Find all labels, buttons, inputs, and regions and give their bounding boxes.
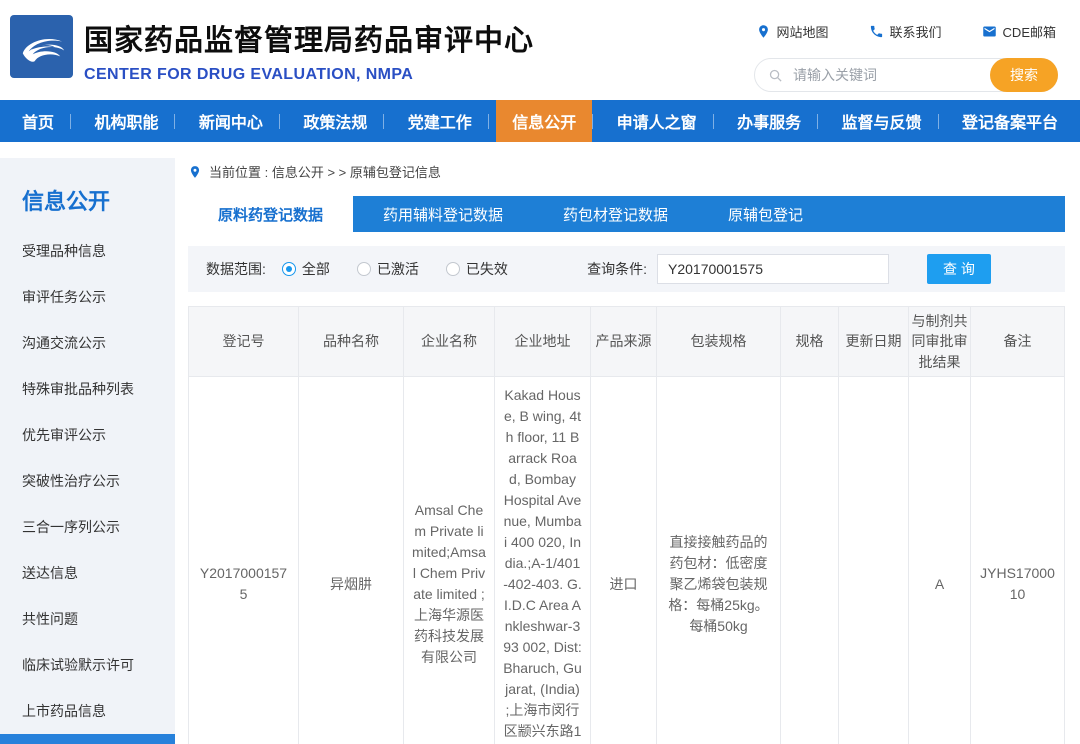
phone-icon bbox=[869, 24, 884, 39]
cell-origin: 进口 bbox=[591, 376, 657, 744]
site-search: 搜索 bbox=[754, 58, 1058, 92]
sidebar-item-raw-aux-pack-registration[interactable]: 原辅包登记信息 bbox=[0, 734, 175, 744]
sidebar-item-priority-review[interactable]: 优先审评公示 bbox=[0, 412, 175, 458]
col-company-name: 企业名称 bbox=[404, 307, 495, 377]
nav-item-home[interactable]: 首页 bbox=[6, 100, 70, 142]
scope-label: 数据范围: bbox=[206, 259, 266, 279]
nav-item-party[interactable]: 党建工作 bbox=[392, 100, 488, 142]
site-title-block: 国家药品监督管理局药品审评中心 CENTER FOR DRUG EVALUATI… bbox=[84, 17, 534, 84]
radio-activated-label: 已激活 bbox=[377, 259, 419, 279]
radio-all-label: 全部 bbox=[302, 259, 330, 279]
quick-links: 网站地图 联系我们 CDE邮箱 bbox=[756, 22, 1056, 41]
table-header-row: 登记号 品种名称 企业名称 企业地址 产品来源 包装规格 规格 更新日期 与制剂… bbox=[189, 307, 1065, 377]
cell-joint-review-result: A bbox=[909, 376, 971, 744]
site-title: 国家药品监督管理局药品审评中心 bbox=[84, 17, 534, 59]
sidebar-item-marketed-drugs[interactable]: 上市药品信息 bbox=[0, 688, 175, 734]
col-remark: 备注 bbox=[971, 307, 1065, 377]
breadcrumb: 当前位置 : 信息公开 > > 原辅包登记信息 bbox=[188, 162, 1065, 181]
cell-spec bbox=[781, 376, 839, 744]
tab-packaging-registration[interactable]: 药包材登记数据 bbox=[533, 196, 698, 232]
data-tabs: 原料药登记数据 药用辅料登记数据 药包材登记数据 原辅包登记 bbox=[188, 196, 1065, 232]
search-icon bbox=[768, 68, 783, 83]
col-spec: 规格 bbox=[781, 307, 839, 377]
sidebar: 信息公开 受理品种信息 审评任务公示 沟通交流公示 特殊审批品种列表 优先审评公… bbox=[0, 158, 175, 744]
contact-label: 联系我们 bbox=[890, 22, 942, 41]
sidebar-item-special-approval[interactable]: 特殊审批品种列表 bbox=[0, 366, 175, 412]
page-body: 信息公开 受理品种信息 审评任务公示 沟通交流公示 特殊审批品种列表 优先审评公… bbox=[0, 142, 1080, 744]
nav-item-info-disclosure[interactable]: 信息公开 bbox=[496, 100, 592, 142]
radio-all[interactable]: 全部 bbox=[282, 259, 330, 279]
radio-expired-label: 已失效 bbox=[466, 259, 508, 279]
col-update-date: 更新日期 bbox=[839, 307, 909, 377]
nav-item-functions[interactable]: 机构职能 bbox=[78, 100, 174, 142]
nav-item-policy[interactable]: 政策法规 bbox=[287, 100, 383, 142]
location-pin-icon bbox=[188, 165, 202, 179]
query-label: 查询条件: bbox=[587, 259, 647, 279]
sidebar-item-breakthrough-therapy[interactable]: 突破性治疗公示 bbox=[0, 458, 175, 504]
filter-bar: 数据范围: 全部 已激活 已失效 查询条件: 查 询 bbox=[188, 246, 1065, 292]
main-nav: 首页 机构职能 新闻中心 政策法规 党建工作 信息公开 申请人之窗 办事服务 监… bbox=[0, 100, 1080, 142]
nav-item-services[interactable]: 办事服务 bbox=[721, 100, 817, 142]
table-row: Y20170001575 异烟肼 Amsal Chem Private limi… bbox=[189, 376, 1065, 744]
col-company-address: 企业地址 bbox=[495, 307, 591, 377]
cde-logo bbox=[10, 15, 73, 78]
col-registration-no: 登记号 bbox=[189, 307, 299, 377]
sitemap-link[interactable]: 网站地图 bbox=[756, 22, 829, 41]
sidebar-item-three-in-one[interactable]: 三合一序列公示 bbox=[0, 504, 175, 550]
nav-item-applicant-window[interactable]: 申请人之窗 bbox=[601, 100, 713, 142]
cell-update-date bbox=[839, 376, 909, 744]
sidebar-item-review-tasks[interactable]: 审评任务公示 bbox=[0, 274, 175, 320]
sidebar-item-delivery-info[interactable]: 送达信息 bbox=[0, 550, 175, 596]
cell-packaging: 直接接触药品的药包材：低密度聚乙烯袋包装规格：每桶25kg。每桶50kg bbox=[657, 376, 781, 744]
radio-dot-icon bbox=[282, 262, 296, 276]
query-input[interactable] bbox=[657, 254, 889, 284]
radio-activated[interactable]: 已激活 bbox=[357, 259, 419, 279]
nav-item-news[interactable]: 新闻中心 bbox=[183, 100, 279, 142]
scope-radio-group: 全部 已激活 已失效 bbox=[282, 259, 508, 279]
site-header: 国家药品监督管理局药品审评中心 CENTER FOR DRUG EVALUATI… bbox=[0, 0, 1080, 100]
col-origin: 产品来源 bbox=[591, 307, 657, 377]
nav-item-registration-platform[interactable]: 登记备案平台 bbox=[946, 100, 1074, 142]
sidebar-title: 信息公开 bbox=[0, 158, 175, 228]
sidebar-item-clinical-trial-license[interactable]: 临床试验默示许可 bbox=[0, 642, 175, 688]
col-packaging: 包装规格 bbox=[657, 307, 781, 377]
col-joint-review-result: 与制剂共同审批审批结果 bbox=[909, 307, 971, 377]
sidebar-item-communication[interactable]: 沟通交流公示 bbox=[0, 320, 175, 366]
contact-link[interactable]: 联系我们 bbox=[869, 22, 942, 41]
cde-mail-label: CDE邮箱 bbox=[1003, 22, 1056, 41]
cell-remark: JYHS1700010 bbox=[971, 376, 1065, 744]
cell-company-address: Kakad House, B wing, 4th floor, 11 Barra… bbox=[495, 376, 591, 744]
breadcrumb-text: 当前位置 : 信息公开 > > 原辅包登记信息 bbox=[209, 162, 441, 181]
sidebar-item-accepted-varieties[interactable]: 受理品种信息 bbox=[0, 228, 175, 274]
search-button[interactable]: 搜索 bbox=[990, 58, 1058, 92]
registration-table: 登记号 品种名称 企业名称 企业地址 产品来源 包装规格 规格 更新日期 与制剂… bbox=[188, 306, 1065, 744]
cde-mail-link[interactable]: CDE邮箱 bbox=[982, 22, 1056, 41]
col-product-name: 品种名称 bbox=[299, 307, 404, 377]
tab-raw-aux-pack[interactable]: 原辅包登记 bbox=[698, 196, 833, 232]
mail-icon bbox=[982, 24, 997, 39]
cell-registration-no: Y20170001575 bbox=[189, 376, 299, 744]
cell-product-name: 异烟肼 bbox=[299, 376, 404, 744]
sitemap-label: 网站地图 bbox=[777, 22, 829, 41]
query-button[interactable]: 查 询 bbox=[927, 254, 991, 284]
radio-expired[interactable]: 已失效 bbox=[446, 259, 508, 279]
site-subtitle: CENTER FOR DRUG EVALUATION, NMPA bbox=[84, 66, 534, 84]
nav-item-supervision[interactable]: 监督与反馈 bbox=[826, 100, 938, 142]
tab-excipient-registration[interactable]: 药用辅料登记数据 bbox=[353, 196, 533, 232]
radio-dot-icon bbox=[357, 262, 371, 276]
sidebar-item-common-issues[interactable]: 共性问题 bbox=[0, 596, 175, 642]
radio-dot-icon bbox=[446, 262, 460, 276]
cell-company-name: Amsal Chem Private limited;Amsal Chem Pr… bbox=[404, 376, 495, 744]
main-content: 当前位置 : 信息公开 > > 原辅包登记信息 原料药登记数据 药用辅料登记数据… bbox=[188, 162, 1065, 744]
location-pin-icon bbox=[756, 24, 771, 39]
tab-api-registration[interactable]: 原料药登记数据 bbox=[188, 196, 353, 232]
